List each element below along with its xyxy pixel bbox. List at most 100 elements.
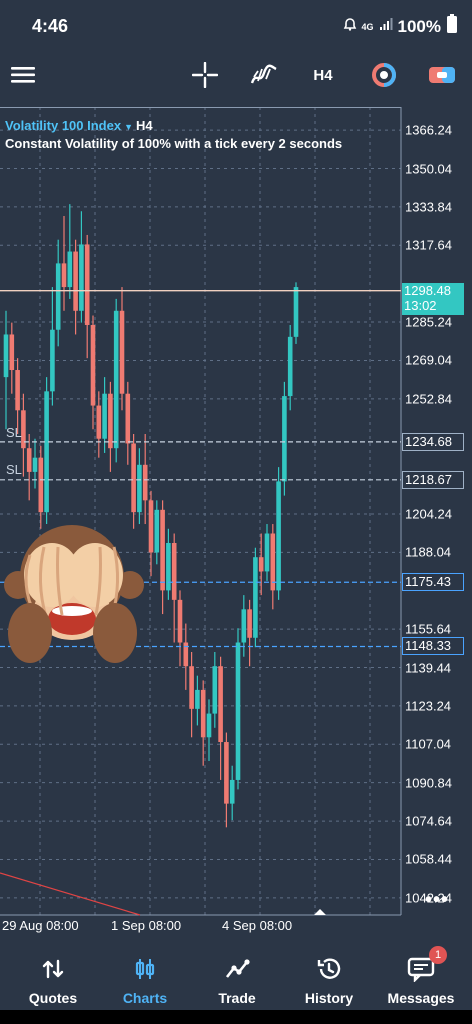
trend-line — [0, 872, 141, 916]
candle-body — [108, 393, 113, 449]
price-axis-label: 1155.64 — [405, 621, 452, 637]
candle-body — [32, 457, 38, 472]
menu-icon[interactable] — [8, 54, 38, 96]
price-axis-label: 1139.44 — [405, 660, 452, 676]
sl-label: SL — [6, 425, 22, 440]
candle-body — [44, 391, 49, 513]
candle-body — [235, 642, 241, 780]
candle-body — [79, 244, 84, 311]
objects-icon[interactable] — [368, 54, 400, 96]
candle-body — [177, 599, 183, 643]
sl-price-tag[interactable]: 1234.68 — [402, 432, 464, 451]
candle-body — [282, 396, 287, 482]
price-axis-label: 1333.84 — [405, 199, 452, 215]
network-type: 4G — [361, 21, 374, 32]
price-axis-label: 1350.04 — [405, 161, 452, 176]
candle-body — [125, 393, 131, 444]
candle-body — [73, 251, 78, 311]
price-axis-label: 1252.84 — [405, 391, 452, 407]
symbol-timeframe: H4 — [136, 118, 153, 133]
candle-body — [166, 542, 171, 591]
sl-label: SL — [6, 462, 22, 477]
price-axis-label: 1123.24 — [405, 698, 452, 714]
candle-body — [229, 779, 235, 804]
trade-panel-icon[interactable] — [426, 54, 458, 96]
candle-body — [102, 393, 107, 439]
price-axis-label: 1107.04 — [405, 736, 452, 752]
candle-body — [50, 329, 55, 392]
price-axis-label: 1074.64 — [405, 813, 452, 829]
chart-area[interactable]: Volatility 100 Index ▼ H4 Constant Volatil… — [0, 107, 472, 933]
price-axis-label: 1285.24 — [405, 314, 452, 330]
candle-body — [171, 542, 177, 600]
trade-icon — [224, 952, 250, 986]
price-axis-label: 1269.04 — [405, 352, 452, 368]
candle-body — [154, 509, 160, 553]
candle-body — [61, 263, 67, 288]
more-options-icon[interactable]: ••• — [425, 889, 449, 912]
candle-body — [206, 713, 212, 738]
bar-countdown: 13:02 — [404, 297, 437, 313]
candle-body — [131, 443, 136, 513]
timeframe-button[interactable]: H4 — [308, 54, 338, 96]
status-time: 4:46 — [32, 16, 69, 36]
messages-icon: 1 — [407, 946, 447, 986]
candle-body — [3, 334, 9, 378]
candle-body — [212, 666, 218, 714]
quotes-icon — [42, 952, 64, 986]
chart-toolbar: H4 — [0, 54, 472, 96]
candle-body — [15, 370, 20, 411]
candle-body — [276, 481, 281, 591]
price-axis-label: 1366.24 — [405, 122, 452, 138]
candle-body — [55, 263, 61, 330]
time-axis-label: 4 Sep 08:00 — [222, 918, 293, 933]
candle-body — [195, 689, 200, 709]
nav-charts-label: Charts — [122, 990, 168, 1006]
nav-quotes-label: Quotes — [28, 990, 78, 1006]
candle-body — [189, 666, 194, 709]
notification-icon — [343, 17, 357, 36]
candle-body — [160, 509, 165, 591]
order-price-tag[interactable]: 1175.43 — [402, 573, 464, 592]
battery-level: 100% — [397, 16, 441, 36]
candle-body — [84, 244, 90, 325]
battery-icon — [446, 14, 458, 39]
symbol-row[interactable]: Volatility 100 Index ▼ H4 — [5, 118, 342, 133]
current-price-value: 1298.48 — [404, 282, 451, 298]
indicators-icon[interactable] — [248, 54, 280, 96]
candle-body — [113, 310, 119, 449]
candle-body — [247, 609, 252, 638]
sl-price-tag[interactable]: 1218.67 — [402, 470, 464, 489]
candle-body — [119, 310, 125, 394]
candle-body — [200, 689, 206, 738]
messages-badge: 1 — [429, 946, 447, 964]
time-axis-label: 1 Sep 08:00 — [111, 918, 182, 933]
history-icon — [316, 952, 342, 986]
symbol-dropdown-icon[interactable]: ▼ — [124, 122, 133, 132]
order-price-tag[interactable]: 1148.33 — [402, 637, 464, 656]
current-price-tag: 1298.48 13:02 — [402, 282, 464, 315]
chart-header: Volatility 100 Index ▼ H4 Constant Volatil… — [5, 118, 342, 151]
price-axis[interactable]: 1366.24 1350.04 1333.84 1317.64 1285.24 1269.… — [402, 107, 472, 927]
status-icons: 4G 100% — [343, 14, 459, 39]
candle-body — [96, 405, 102, 439]
candle-body — [287, 336, 293, 397]
candle-body — [142, 464, 148, 501]
price-axis-label: 1090.84 — [405, 775, 452, 791]
candle-body — [224, 742, 229, 804]
candle-body — [293, 287, 299, 337]
price-axis-label: 1058.44 — [405, 851, 452, 867]
timeframe-label: H4 — [313, 66, 333, 84]
price-axis-label: 1188.04 — [405, 544, 452, 560]
candle-body — [218, 666, 223, 743]
candle-body — [258, 557, 264, 572]
candle-body — [90, 324, 96, 406]
signal-icon — [379, 17, 393, 36]
crosshair-icon[interactable] — [190, 54, 220, 96]
symbol-description: Constant Volatility of 100% with a tick … — [5, 136, 343, 151]
symbol-name[interactable]: Volatility 100 Index — [5, 118, 121, 133]
charts-icon — [133, 952, 157, 986]
price-axis-label: 1317.64 — [405, 237, 452, 253]
scroll-marker — [314, 909, 326, 915]
candle-body — [67, 251, 73, 288]
